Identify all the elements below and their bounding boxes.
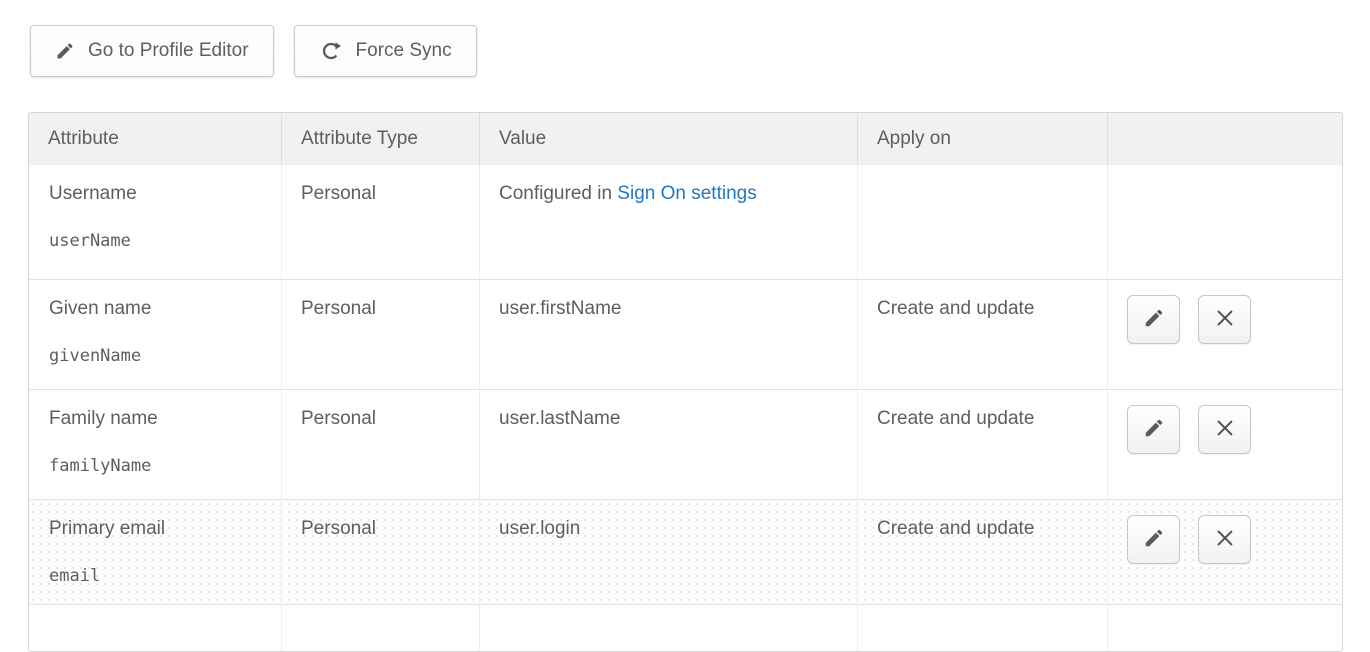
apply-on-cell xyxy=(858,165,1108,279)
edit-attribute-button[interactable] xyxy=(1127,515,1180,564)
attribute-variable-name: familyName xyxy=(49,456,269,476)
actions-cell xyxy=(1108,165,1342,279)
attribute-label: Family name xyxy=(49,408,269,430)
attribute-label: Primary email xyxy=(49,518,269,540)
table-row: Given name givenName Personal user.first… xyxy=(29,279,1342,389)
attribute-variable-name: userName xyxy=(49,231,269,251)
apply-on-cell: Create and update xyxy=(858,500,1108,604)
close-icon xyxy=(1214,417,1236,442)
attribute-variable-name: givenName xyxy=(49,346,269,366)
attribute-variable-name: email xyxy=(49,566,269,586)
column-header-attribute: Attribute xyxy=(29,113,282,165)
pencil-icon xyxy=(1143,417,1165,442)
go-to-profile-editor-label: Go to Profile Editor xyxy=(88,40,249,62)
attribute-type-cell: Personal xyxy=(282,390,480,499)
attribute-label: Given name xyxy=(49,298,269,320)
attribute-label: Username xyxy=(49,183,269,205)
apply-on-cell: Create and update xyxy=(858,280,1108,389)
value-cell: user.firstName xyxy=(480,280,858,389)
edit-attribute-button[interactable] xyxy=(1127,405,1180,454)
column-header-value: Value xyxy=(480,113,858,165)
attribute-cell: Username userName xyxy=(29,165,282,279)
value-cell: user.lastName xyxy=(480,390,858,499)
value-cell: Configured in Sign On settings xyxy=(480,165,858,279)
attribute-cell: Primary email email xyxy=(29,500,282,604)
force-sync-button[interactable]: Force Sync xyxy=(294,25,477,77)
table-header-row: Attribute Attribute Type Value Apply on xyxy=(29,113,1342,165)
actions-cell xyxy=(1108,500,1342,604)
value-text: Configured in xyxy=(499,183,617,204)
close-icon xyxy=(1214,527,1236,552)
table-row: Username userName Personal Configured in… xyxy=(29,165,1342,279)
edit-attribute-button[interactable] xyxy=(1127,295,1180,344)
attribute-mapping-table: Attribute Attribute Type Value Apply on … xyxy=(28,112,1343,652)
apply-on-cell: Create and update xyxy=(858,390,1108,499)
go-to-profile-editor-button[interactable]: Go to Profile Editor xyxy=(30,25,274,77)
attribute-type-cell: Personal xyxy=(282,500,480,604)
column-header-attribute-type: Attribute Type xyxy=(282,113,480,165)
sign-on-settings-link[interactable]: Sign On settings xyxy=(617,183,756,204)
table-body: Username userName Personal Configured in… xyxy=(29,165,1342,604)
attribute-type-cell: Personal xyxy=(282,280,480,389)
column-header-apply-on: Apply on xyxy=(858,113,1108,165)
attribute-cell: Family name familyName xyxy=(29,390,282,499)
close-icon xyxy=(1214,307,1236,332)
attribute-cell: Given name givenName xyxy=(29,280,282,389)
table-row: Family name familyName Personal user.las… xyxy=(29,389,1342,499)
column-header-actions xyxy=(1108,113,1342,165)
attribute-type-cell: Personal xyxy=(282,165,480,279)
delete-attribute-button[interactable] xyxy=(1198,405,1251,454)
pencil-icon xyxy=(55,41,75,61)
toolbar: Go to Profile Editor Force Sync xyxy=(30,25,477,77)
actions-cell xyxy=(1108,390,1342,499)
value-cell: user.login xyxy=(480,500,858,604)
actions-cell xyxy=(1108,280,1342,389)
delete-attribute-button[interactable] xyxy=(1198,515,1251,564)
table-row: Primary email email Personal user.login … xyxy=(29,499,1342,604)
pencil-icon xyxy=(1143,307,1165,332)
force-sync-label: Force Sync xyxy=(356,40,452,62)
refresh-icon xyxy=(319,39,343,63)
table-empty-row xyxy=(29,604,1342,652)
pencil-icon xyxy=(1143,527,1165,552)
delete-attribute-button[interactable] xyxy=(1198,295,1251,344)
